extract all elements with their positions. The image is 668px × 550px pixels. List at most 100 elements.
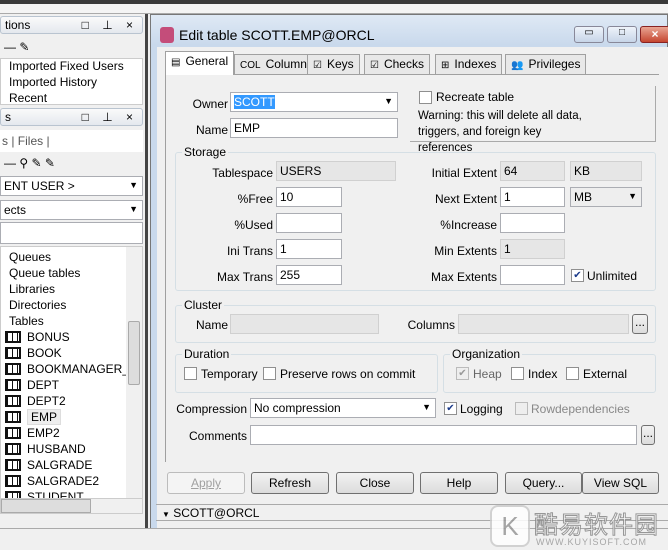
refresh-button[interactable]: Refresh — [251, 472, 329, 494]
table-icon — [5, 443, 21, 455]
tree-table-item[interactable]: SALGRADE2 — [1, 473, 142, 489]
help-button[interactable]: Help — [420, 472, 498, 494]
table-icon — [5, 395, 21, 407]
cluster-columns-label: Columns — [407, 318, 455, 332]
object-type-select[interactable]: ects — [0, 200, 143, 220]
cluster-columns-browse-button[interactable]: ... — [632, 314, 648, 334]
heap-label: Heap — [473, 367, 502, 381]
horizontal-scrollbar[interactable] — [0, 498, 143, 514]
tree-table-item[interactable]: HUSBAND — [1, 441, 142, 457]
panel-controls[interactable]: □ ⊥ × — [82, 18, 138, 32]
table-icon — [5, 331, 21, 343]
tree-folder[interactable]: Queues — [1, 249, 142, 265]
preserve-rows-checkbox[interactable] — [263, 367, 276, 380]
tab-objects[interactable]: s — [2, 134, 8, 148]
external-checkbox[interactable] — [566, 367, 579, 380]
maximize-button[interactable]: □ — [607, 26, 637, 43]
temporary-checkbox[interactable] — [184, 367, 197, 380]
tree-folder[interactable]: Libraries — [1, 281, 142, 297]
next-extent-input[interactable]: 1 — [500, 187, 565, 207]
splitter[interactable] — [145, 14, 148, 549]
tree-table-item[interactable]: DEPT2 — [1, 393, 142, 409]
unlimited-checkbox[interactable]: ✔ — [571, 269, 584, 282]
user-select[interactable]: ENT USER > — [0, 176, 143, 196]
compression-select[interactable]: No compression — [250, 398, 436, 418]
apply-button[interactable]: Apply — [167, 472, 245, 494]
hscroll-thumb[interactable] — [1, 499, 91, 513]
panel2-toolbar: — ⚲ ✎ ✎ — [4, 156, 55, 170]
recreate-checkbox[interactable] — [419, 91, 432, 104]
view-sql-button[interactable]: View SQL — [582, 472, 659, 494]
tab-privileges[interactable]: 👥 Privileges — [505, 54, 587, 74]
tree-table-item-selected[interactable]: EMP — [1, 409, 142, 425]
top-toolbar — [0, 4, 668, 14]
used-input[interactable] — [276, 213, 342, 233]
next-extent-unit-select[interactable]: MB — [570, 187, 642, 207]
tree-folder[interactable]: Tables — [1, 313, 142, 329]
checks-icon: ☑ — [370, 60, 379, 71]
initial-extent-unit[interactable]: KB — [570, 161, 642, 181]
unlimited-label: Unlimited — [587, 269, 638, 283]
tablespace-input[interactable]: USERS — [276, 161, 396, 181]
next-extent-label: Next Extent — [434, 192, 497, 206]
initial-extent-input[interactable]: 64 — [500, 161, 565, 181]
heap-checkbox[interactable]: ✔ — [456, 367, 469, 380]
owner-select[interactable]: SCOTT — [230, 92, 398, 112]
logging-label: Logging — [460, 402, 503, 416]
list-item[interactable]: Imported Fixed Users — [1, 59, 142, 75]
minimize-button[interactable]: ▭ — [574, 26, 604, 43]
index-label: Index — [528, 367, 558, 381]
close-window-button[interactable]: × — [640, 26, 668, 43]
panel-controls[interactable]: □ ⊥ × — [82, 110, 138, 124]
tab-indexes[interactable]: ⊞ Indexes — [435, 54, 503, 74]
key-icon[interactable]: ✎ — [19, 40, 29, 54]
panel-header-2: s □ ⊥ × — [0, 108, 143, 126]
filter-input[interactable] — [0, 222, 143, 244]
tab-checks[interactable]: ☑ Checks — [364, 54, 430, 74]
list-item[interactable]: Recent — [1, 91, 142, 105]
object-tree[interactable]: Queues Queue tables Libraries Directorie… — [0, 246, 143, 512]
tree-table-item[interactable]: BOOKMANAGER_U — [1, 361, 142, 377]
rowdependencies-checkbox[interactable] — [515, 402, 528, 415]
tree-table-item[interactable]: BONUS — [1, 329, 142, 345]
max-extents-input[interactable] — [500, 265, 565, 285]
scroll-thumb[interactable] — [128, 321, 140, 385]
logging-checkbox[interactable]: ✔ — [444, 402, 457, 415]
tree-folder[interactable]: Directories — [1, 297, 142, 313]
columns-icon: COL — [240, 60, 261, 71]
cluster-columns-input[interactable] — [458, 314, 629, 334]
comments-input[interactable] — [250, 425, 637, 445]
query-button[interactable]: Query... — [505, 472, 582, 494]
free-input[interactable]: 10 — [276, 187, 342, 207]
watermark-logo: K — [490, 505, 530, 547]
comments-edit-button[interactable]: ... — [641, 425, 655, 445]
temporary-label: Temporary — [201, 367, 258, 381]
tree-table-item[interactable]: BOOK — [1, 345, 142, 361]
panel1-toolbar: — ✎ — [4, 40, 30, 54]
tree-table-item[interactable]: EMP2 — [1, 425, 142, 441]
filter-icon[interactable]: ✎ — [31, 156, 41, 170]
min-extents-input[interactable]: 1 — [500, 239, 565, 259]
initrans-input[interactable]: 1 — [276, 239, 342, 259]
increase-input[interactable] — [500, 213, 565, 233]
maxtrans-input[interactable]: 255 — [276, 265, 342, 285]
cluster-name-input[interactable] — [230, 314, 379, 334]
vertical-scrollbar[interactable] — [126, 247, 142, 511]
table-icon — [5, 411, 21, 423]
index-checkbox[interactable] — [511, 367, 524, 380]
close-button[interactable]: Close — [336, 472, 414, 494]
list-item[interactable]: Imported History — [1, 75, 142, 91]
panel1-list[interactable]: Imported Fixed Users Imported History Re… — [0, 58, 143, 105]
privileges-icon: 👥 — [511, 60, 524, 71]
tab-general[interactable]: ▤ General — [165, 51, 235, 75]
watermark: K 酷易软件园 WWW.KUYISOFT.COM — [490, 505, 668, 549]
tree-table-item[interactable]: SALGRADE — [1, 457, 142, 473]
tab-keys[interactable]: ☑ Keys — [307, 54, 360, 74]
external-label: External — [583, 367, 628, 381]
tab-files[interactable]: Files — [18, 134, 43, 148]
key-icon[interactable]: ✎ — [45, 156, 55, 170]
find-icon[interactable]: ⚲ — [19, 156, 28, 170]
tree-folder[interactable]: Queue tables — [1, 265, 142, 281]
tree-table-item[interactable]: DEPT — [1, 377, 142, 393]
name-input[interactable]: EMP — [230, 118, 398, 138]
